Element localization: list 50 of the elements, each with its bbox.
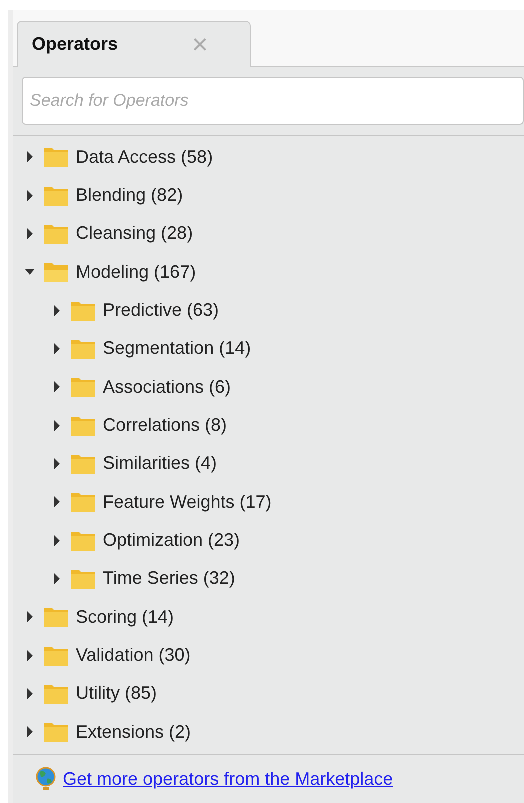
folder-label[interactable]: Predictive (63) (103, 300, 220, 322)
collapsed-arrow-icon[interactable] (52, 342, 62, 355)
folder-label[interactable]: Validation (30) (76, 645, 191, 666)
folder-icon (70, 491, 96, 514)
folder-label[interactable]: Optimization (23) (103, 530, 240, 552)
globe-icon (35, 767, 57, 791)
folder-icon (43, 721, 69, 744)
folder-icon (70, 414, 96, 437)
collapsed-arrow-icon[interactable] (52, 534, 62, 547)
collapsed-arrow-icon[interactable] (25, 228, 35, 240)
folder-label[interactable]: Cleansing (28) (76, 223, 194, 244)
folder-label[interactable]: Similarities (4) (103, 453, 218, 474)
search-field[interactable]: Search for Operators (22, 77, 524, 125)
collapsed-arrow-icon[interactable] (25, 151, 35, 164)
folder-icon (70, 452, 96, 475)
collapsed-arrow-icon[interactable] (25, 650, 35, 662)
folder-label[interactable]: Scoring (14) (76, 606, 174, 628)
folder-label[interactable]: Blending (82) (76, 185, 184, 206)
collapsed-arrow-icon[interactable] (25, 190, 35, 202)
folder-icon (70, 376, 96, 398)
folder-label[interactable]: Utility (85) (76, 683, 158, 704)
folder-icon (43, 261, 69, 284)
folder-icon (70, 530, 96, 552)
collapsed-arrow-icon[interactable] (52, 458, 62, 470)
folder-label[interactable]: Data Access (58) (76, 146, 214, 168)
folder-icon (43, 606, 69, 628)
folder-label[interactable]: Time Series (32) (103, 568, 236, 590)
folder-icon (43, 222, 69, 245)
folder-label[interactable]: Associations (6) (103, 376, 232, 398)
collapsed-arrow-icon[interactable] (52, 496, 62, 508)
collapsed-arrow-icon[interactable] (25, 688, 35, 700)
folder-icon (70, 568, 96, 590)
folder-label[interactable]: Segmentation (14) (103, 338, 252, 360)
folder-icon (70, 338, 96, 360)
folder-icon (43, 682, 69, 705)
collapsed-arrow-icon[interactable] (25, 611, 35, 624)
collapsed-arrow-icon[interactable] (52, 572, 62, 585)
collapsed-arrow-icon[interactable] (52, 304, 62, 317)
folder-icon (43, 184, 69, 207)
collapsed-arrow-icon[interactable] (25, 726, 35, 738)
folder-icon (70, 300, 96, 322)
operators-tab[interactable]: Operators × (17, 21, 251, 67)
folder-label[interactable]: Modeling (167) (76, 262, 196, 283)
folder-label[interactable]: Correlations (8) (103, 415, 228, 436)
folder-label[interactable]: Extensions (2) (76, 722, 192, 743)
folder-icon (43, 644, 69, 667)
collapsed-arrow-icon[interactable] (52, 381, 62, 394)
collapsed-arrow-icon[interactable] (52, 420, 62, 432)
folder-icon (43, 146, 69, 168)
folder-label[interactable]: Feature Weights (17) (103, 492, 272, 513)
